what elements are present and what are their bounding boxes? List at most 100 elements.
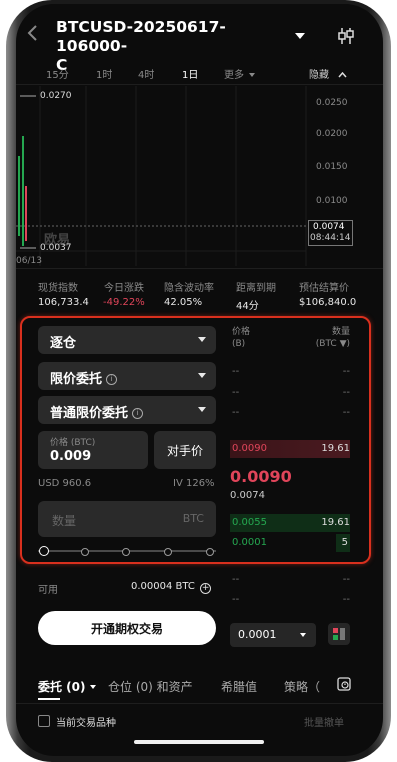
precision-value: 0.0001 [238,628,277,641]
y-tick-0: 0.0250 [316,98,348,108]
bid-qty: 5 [341,537,348,548]
ob-empty-price: -- [232,366,240,377]
last-price[interactable]: 0.0090 [230,467,292,486]
tab-more[interactable]: 更多 [224,66,256,81]
y-tick-1: 0.0200 [316,129,348,139]
slider-thumb[interactable] [39,546,49,556]
ob-price-header: 价格 (B) [232,326,250,350]
stat-value-expiry: 44分 [236,301,259,312]
bid-price: 0.0055 [232,517,267,528]
caret-down-icon [300,633,306,637]
stat-label-change: 今日涨跌 [104,283,144,294]
quantity-placeholder: 数量 [52,514,77,528]
stat-value-spot-index: 106,733.4 [38,297,89,308]
ob-empty-price: -- [232,387,240,398]
info-icon[interactable]: i [106,374,118,385]
tab-more-label: 更多 [224,70,244,81]
tab-orders-label: 委托 (0) [38,680,86,694]
mark-price: 0.0074 [230,490,265,501]
slider-tick-75[interactable] [164,548,172,556]
tab-1d[interactable]: 1日 [182,66,198,81]
slider-tick-100[interactable] [206,548,214,556]
enable-options-button[interactable]: 开通期权交易 [38,611,216,645]
ask-qty: 19.61 [321,443,350,454]
stat-value-settlement: $106,840.0 [299,297,357,308]
tab-1h[interactable]: 1时 [96,66,112,81]
ob-qty-header-label: 数量 [331,327,350,337]
ask-row-empty[interactable]: -- -- [230,387,350,399]
caret-down-icon [249,73,256,77]
ob-price-header-unit: (B) [232,339,246,349]
stat-label-spot-index: 现货指数 [38,283,78,294]
tab-positions[interactable]: 仓位 (0) 和资产 [108,678,193,695]
y-tick-2: 0.0150 [316,162,348,172]
back-button[interactable] [26,24,44,44]
chart-divider [16,268,383,269]
order-subtype-select[interactable]: 普通限价委托 i [38,396,216,424]
order-type-label-wrap: 限价委托 i [50,368,118,387]
slider-tick-25[interactable] [81,548,89,556]
order-subtype-value: 普通限价委托 [50,406,129,421]
ob-empty-qty: -- [342,574,350,585]
ask-row-empty[interactable]: -- -- [230,407,350,419]
transfer-plus-icon[interactable]: + [200,583,212,594]
batch-cancel-button[interactable]: 批量撤单 [304,714,344,729]
instrument-title[interactable]: BTCUSD-20250617-106000- C [56,18,296,75]
adjust-icon [338,28,354,44]
caret-down-icon [89,685,96,689]
stat-value-iv: 42.05% [164,297,203,308]
tab-active-underline [38,698,60,700]
chart-date-label: 06/13 [16,256,42,266]
available-value: 0.00004 BTC + [131,581,212,594]
ob-empty-price: -- [232,407,240,418]
quantity-unit: BTC [182,512,204,525]
instrument-title-line1: BTCUSD-20250617-106000- [56,18,226,55]
hide-chart-button[interactable]: 隐藏 [309,66,347,81]
margin-mode-select[interactable]: 逐仓 [38,326,216,354]
margin-mode-value: 逐仓 [50,336,77,351]
instrument-title-line2: C [56,56,68,74]
tab-strategy[interactable]: 策略（ [284,678,320,695]
tab-greeks[interactable]: 希腊值 [221,678,257,695]
instrument-dropdown-icon[interactable] [295,33,305,39]
available-label: 可用 [38,585,58,596]
chevron-up-icon [338,70,347,81]
price-chart: 欧易 0.0270 0.0037 06/13 0.0250 0.0200 0.0… [16,86,383,266]
bid-row-empty[interactable]: -- -- [230,594,350,606]
current-instrument-checkbox[interactable] [38,715,50,727]
ob-price-header-label: 价格 [232,327,251,337]
chart-settings-button[interactable] [336,26,356,46]
slider-tick-50[interactable] [122,548,130,556]
order-type-value: 限价委托 [50,372,103,387]
order-history-button[interactable] [336,676,352,692]
ask-price: 0.0090 [232,443,267,454]
ask-row[interactable]: 0.0090 19.61 [230,440,350,458]
orderbook-layout-button[interactable] [328,623,350,645]
home-indicator[interactable] [134,740,264,744]
current-instrument-label: 当前交易品种 [56,718,116,729]
current-price-label: 0.0074 [313,222,345,232]
stat-label-iv: 隐含波动率 [164,283,214,294]
ob-qty-header[interactable]: 数量 (BTC ▼) [308,326,350,350]
ob-empty-qty: -- [342,366,350,377]
bid-row[interactable]: 0.0001 5 [230,534,350,552]
usd-value: USD 960.6 [38,478,92,489]
history-icon [337,677,351,691]
quantity-input[interactable]: 数量 BTC [38,501,216,537]
tab-4h[interactable]: 4时 [138,66,154,81]
ob-empty-qty: -- [342,387,350,398]
caret-down-icon [198,337,206,342]
order-type-select[interactable]: 限价委托 i [38,362,216,390]
ask-row-empty[interactable]: -- -- [230,366,350,378]
bid-row[interactable]: 0.0055 19.61 [230,514,350,532]
ob-empty-price: -- [232,594,240,605]
tab-orders[interactable]: 委托 (0) [38,678,96,695]
bid-row-empty[interactable]: -- -- [230,574,350,586]
precision-select[interactable]: 0.0001 [230,623,316,647]
counterparty-price-button[interactable]: 对手价 [154,431,216,469]
info-icon[interactable]: i [132,408,144,419]
order-subtype-label-wrap: 普通限价委托 i [50,402,144,421]
ob-empty-qty: -- [342,594,350,605]
price-input[interactable]: 价格 (BTC) 0.009 [38,431,148,469]
tab-15m[interactable]: 15分 [46,66,69,81]
